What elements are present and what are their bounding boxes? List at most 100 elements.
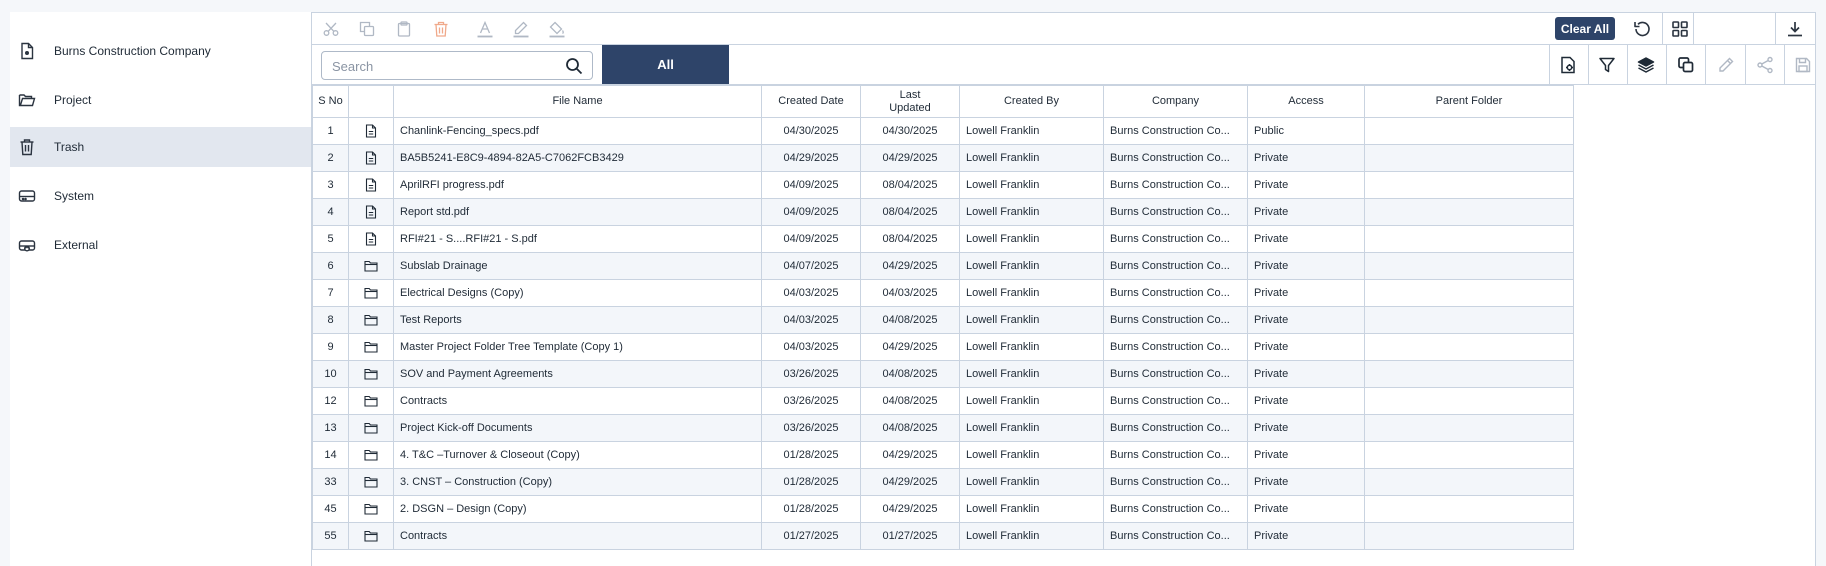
table-row[interactable]: 14 4. T&C –Turnover & Closeout (Copy) 01/2… (312, 441, 1574, 469)
filter-icon[interactable] (1595, 53, 1619, 77)
text-color-icon[interactable] (474, 18, 496, 40)
cell-company: Burns Construction Co... (1103, 198, 1248, 226)
cell-file-name[interactable]: Subslab Drainage (393, 252, 762, 280)
sidebar-item-external[interactable]: External (10, 225, 311, 265)
cell-parent-folder (1364, 144, 1574, 172)
table-row[interactable]: 2 BA5B5241-E8C9-4894-82A5-C7062FCB3429 04/… (312, 144, 1574, 172)
file-name-text: Contracts (400, 530, 448, 542)
cell-sno: 8 (312, 306, 349, 334)
table-row[interactable]: 12 Contracts 03/26/2025 04/08/2025 Lowell Fr… (312, 387, 1574, 415)
file-icon (365, 124, 377, 138)
cell-file-name[interactable]: 3. CNST – Construction (Copy) (393, 468, 762, 496)
folder-icon (364, 368, 378, 380)
cell-created-date: 04/30/2025 (761, 117, 861, 145)
table-row[interactable]: 45 2. DSGN – Design (Copy) 01/28/2025 04/29… (312, 495, 1574, 523)
cell-file-name[interactable]: Project Kick-off Documents (393, 414, 762, 442)
cell-created-by: Lowell Franklin (959, 468, 1104, 496)
file-name-text: Chanlink-Fencing_specs.pdf (400, 125, 539, 137)
file-name-text: 4. T&C –Turnover & Closeout (Copy) (400, 449, 580, 461)
sidebar-item-system[interactable]: System (10, 176, 311, 216)
table-row[interactable]: 9 Master Project Folder Tree Template (Co… (312, 333, 1574, 361)
table-row[interactable]: 33 3. CNST – Construction (Copy) 01/28/202… (312, 468, 1574, 496)
cell-file-name[interactable]: SOV and Payment Agreements (393, 360, 762, 388)
cell-access: Public (1247, 117, 1365, 145)
cell-type (348, 279, 394, 307)
cell-created-date: 04/09/2025 (761, 225, 861, 253)
cell-company: Burns Construction Co... (1103, 171, 1248, 199)
folder-icon (364, 341, 378, 353)
cell-file-name[interactable]: Report std.pdf (393, 198, 762, 226)
layers-icon[interactable] (1634, 53, 1658, 77)
clear-all-button[interactable]: Clear All (1555, 17, 1615, 40)
column-header-sno[interactable]: S No (312, 85, 349, 118)
search-input[interactable] (332, 57, 552, 75)
cell-file-name[interactable]: Chanlink-Fencing_specs.pdf (393, 117, 762, 145)
file-settings-icon[interactable] (1556, 53, 1580, 77)
cell-file-name[interactable]: Contracts (393, 522, 762, 550)
edit-icon[interactable] (1714, 53, 1738, 77)
cell-parent-folder (1364, 198, 1574, 226)
sidebar-item-project[interactable]: Project (10, 80, 311, 120)
cell-file-name[interactable]: RFI#21 - S....RFI#21 - S.pdf (393, 225, 762, 253)
share-icon[interactable] (1753, 53, 1777, 77)
cell-created-by: Lowell Franklin (959, 414, 1104, 442)
table-row[interactable]: 10 SOV and Payment Agreements 03/26/2025 04… (312, 360, 1574, 388)
cell-access: Private (1247, 333, 1365, 361)
cell-file-name[interactable]: 2. DSGN – Design (Copy) (393, 495, 762, 523)
cell-last-updated: 04/29/2025 (860, 333, 960, 361)
cell-file-name[interactable]: Electrical Designs (Copy) (393, 279, 762, 307)
file-name-text: 2. DSGN – Design (Copy) (400, 503, 527, 515)
search-field[interactable] (321, 51, 593, 80)
table-row[interactable]: 5 RFI#21 - S....RFI#21 - S.pdf 04/09/2025 0… (312, 225, 1574, 253)
tab-all[interactable]: All (602, 45, 729, 84)
column-header-last-updated[interactable]: Last Updated (860, 85, 960, 118)
cell-file-name[interactable]: Contracts (393, 387, 762, 415)
cell-access: Private (1247, 252, 1365, 280)
table-row[interactable]: 55 Contracts 01/27/2025 01/27/2025 Lowell Fr… (312, 522, 1574, 550)
cell-access: Private (1247, 522, 1365, 550)
table-row[interactable]: 13 Project Kick-off Documents 03/26/2025 04… (312, 414, 1574, 442)
cell-created-date: 03/26/2025 (761, 360, 861, 388)
save-icon[interactable] (1791, 53, 1815, 77)
cell-type (348, 522, 394, 550)
cell-created-by: Lowell Franklin (959, 522, 1104, 550)
table-row[interactable]: 7 Electrical Designs (Copy) 04/03/2025 04/0… (312, 279, 1574, 307)
fill-color-icon[interactable] (546, 18, 568, 40)
grid-view-icon[interactable] (1668, 17, 1692, 41)
copy-icon[interactable] (357, 19, 377, 39)
column-header-company[interactable]: Company (1103, 85, 1248, 118)
cell-file-name[interactable]: Test Reports (393, 306, 762, 334)
sidebar-item-burns-construction-company[interactable]: Burns Construction Company (10, 31, 311, 71)
refresh-icon[interactable] (1630, 17, 1654, 41)
column-header-file-name[interactable]: File Name (393, 85, 762, 118)
download-icon[interactable] (1783, 17, 1807, 41)
column-header-created-by[interactable]: Created By (959, 85, 1104, 118)
cell-created-date: 04/03/2025 (761, 333, 861, 361)
table-row[interactable]: 8 Test Reports 04/03/2025 04/08/2025 Lowell … (312, 306, 1574, 334)
cell-file-name[interactable]: AprilRFI progress.pdf (393, 171, 762, 199)
paste-icon[interactable] (394, 19, 414, 39)
table-row[interactable]: 1 Chanlink-Fencing_specs.pdf 04/30/2025 04/… (312, 117, 1574, 145)
table-row[interactable]: 3 AprilRFI progress.pdf 04/09/2025 08/04/20… (312, 171, 1574, 199)
sidebar-item-trash[interactable]: Trash (10, 127, 311, 167)
table-row[interactable]: 4 Report std.pdf 04/09/2025 08/04/2025 Lowel… (312, 198, 1574, 226)
search-icon[interactable] (565, 57, 583, 75)
cloud-drive-icon (17, 235, 37, 255)
cell-file-name[interactable]: BA5B5241-E8C9-4894-82A5-C7062FCB3429 (393, 144, 762, 172)
cell-file-name[interactable]: Master Project Folder Tree Template (Cop… (393, 333, 762, 361)
delete-icon[interactable] (431, 19, 451, 39)
column-header-parent-folder[interactable]: Parent Folder (1364, 85, 1574, 118)
duplicate-icon[interactable] (1674, 53, 1698, 77)
cell-file-name[interactable]: 4. T&C –Turnover & Closeout (Copy) (393, 441, 762, 469)
cell-access: Private (1247, 171, 1365, 199)
cut-icon[interactable] (321, 19, 341, 39)
highlight-icon[interactable] (510, 18, 532, 40)
folder-icon (364, 422, 378, 434)
cell-company: Burns Construction Co... (1103, 441, 1248, 469)
table-row[interactable]: 6 Subslab Drainage 04/07/2025 04/29/2025 Low… (312, 252, 1574, 280)
column-header-created-date[interactable]: Created Date (761, 85, 861, 118)
cell-last-updated: 01/27/2025 (860, 522, 960, 550)
cell-last-updated: 08/04/2025 (860, 171, 960, 199)
cell-access: Private (1247, 225, 1365, 253)
column-header-access[interactable]: Access (1247, 85, 1365, 118)
